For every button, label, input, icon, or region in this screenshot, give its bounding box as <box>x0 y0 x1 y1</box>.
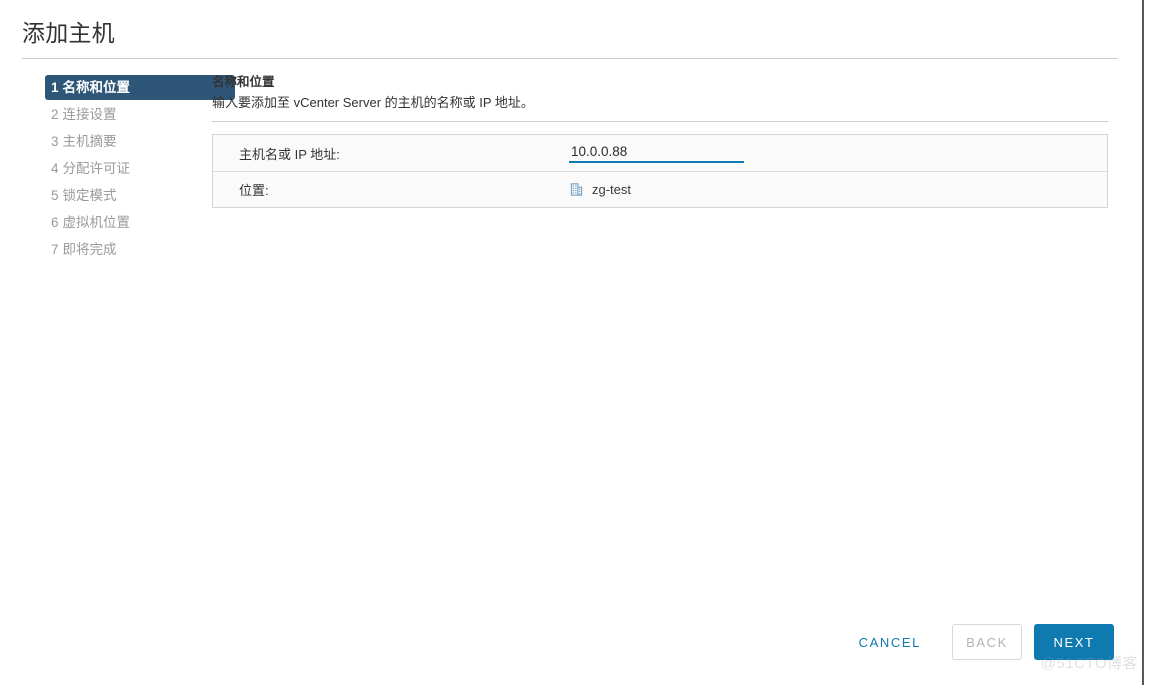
step-number: 4 <box>51 161 59 176</box>
dialog-title-bar: 添加主机 <box>0 0 1142 58</box>
step-label: 分配许可证 <box>62 161 131 176</box>
step-item-1[interactable]: 1 名称和位置 <box>45 75 235 100</box>
page-title: 添加主机 <box>22 20 115 46</box>
location-value-cell: zg-test <box>569 182 1089 197</box>
hostname-label: 主机名或 IP 地址: <box>239 146 340 162</box>
cancel-button[interactable]: CANCEL <box>840 624 940 660</box>
form-row-hostname: 主机名或 IP 地址: <box>213 135 1107 171</box>
section-description: 输入要添加至 vCenter Server 的主机的名称或 IP 地址。 <box>212 95 534 110</box>
back-button[interactable]: BACK <box>952 624 1022 660</box>
step-item-5[interactable]: 5 锁定模式 <box>45 183 212 208</box>
dialog-footer: CANCEL BACK NEXT <box>0 599 1142 685</box>
step-item-6[interactable]: 6 虚拟机位置 <box>45 210 212 235</box>
datacenter-icon <box>569 182 584 197</box>
step-label: 主机摘要 <box>62 134 117 149</box>
step-number: 2 <box>51 107 59 122</box>
step-label: 即将完成 <box>62 242 117 257</box>
section-heading: 名称和位置 <box>212 75 275 89</box>
add-host-dialog: 添加主机 1 名称和位置 2 连接设置 3 主机摘要 4 分配许可证 5 锁定模式 6 虚拟… <box>0 0 1144 685</box>
step-item-3[interactable]: 3 主机摘要 <box>45 129 212 154</box>
step-item-2[interactable]: 2 连接设置 <box>45 102 212 127</box>
hostname-value-cell <box>569 143 1089 163</box>
host-form-panel: 主机名或 IP 地址: 位置: <box>212 134 1108 208</box>
step-item-7[interactable]: 7 即将完成 <box>45 237 212 262</box>
hostname-input[interactable] <box>569 143 744 163</box>
step-label: 名称和位置 <box>62 80 131 95</box>
wizard-stepper: 1 名称和位置 2 连接设置 3 主机摘要 4 分配许可证 5 锁定模式 6 虚拟机位置 7… <box>0 73 235 599</box>
step-number: 6 <box>51 215 59 230</box>
step-item-4[interactable]: 4 分配许可证 <box>45 156 212 181</box>
location-label: 位置: <box>239 183 269 198</box>
step-number: 3 <box>51 134 59 149</box>
location-name: zg-test <box>592 182 632 197</box>
step-label: 连接设置 <box>62 107 117 122</box>
next-button[interactable]: NEXT <box>1034 624 1114 660</box>
step-number: 7 <box>51 242 59 257</box>
step-number: 5 <box>51 188 59 203</box>
step-label: 虚拟机位置 <box>62 215 131 230</box>
dialog-body: 1 名称和位置 2 连接设置 3 主机摘要 4 分配许可证 5 锁定模式 6 虚拟机位置 7… <box>0 59 1142 599</box>
content-divider <box>212 121 1108 122</box>
step-number: 1 <box>51 80 59 95</box>
step-label: 锁定模式 <box>62 188 117 203</box>
form-row-location: 位置: zg-test <box>213 171 1107 207</box>
wizard-content: 名称和位置 输入要添加至 vCenter Server 的主机的名称或 IP 地… <box>212 73 1142 599</box>
